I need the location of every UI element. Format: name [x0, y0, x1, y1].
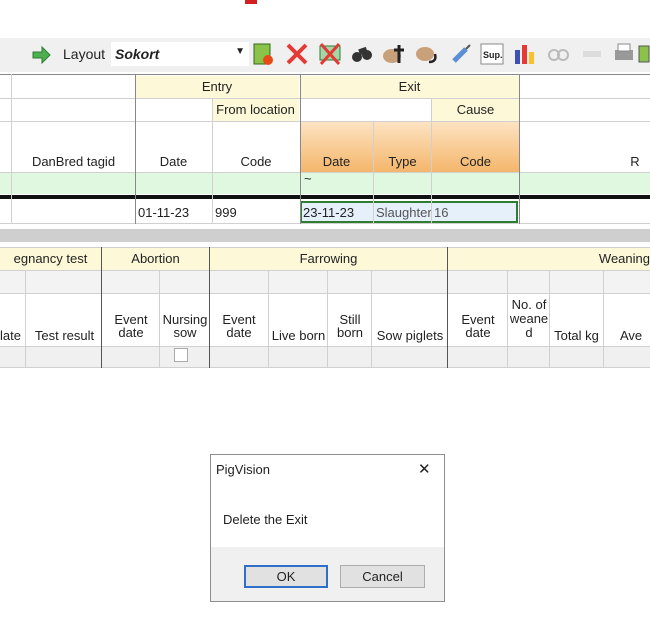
grid-line — [0, 247, 650, 248]
grid-line — [447, 247, 448, 368]
grid-line — [507, 270, 508, 368]
cycle-icon[interactable] — [546, 42, 570, 66]
grid-line — [0, 270, 650, 271]
column-header-exit-date[interactable]: Date — [300, 122, 373, 172]
grid-line — [373, 121, 374, 224]
grid-line — [0, 367, 650, 368]
cancel-button[interactable]: Cancel — [340, 565, 425, 588]
grid-line — [431, 98, 432, 224]
layout-select-value: Sokort — [115, 46, 160, 62]
dialog-message: Delete the Exit — [223, 512, 308, 527]
grid-line — [327, 270, 328, 368]
delete-icon[interactable] — [285, 42, 309, 66]
column-header-danbred-tagid[interactable]: DanBred tagid — [12, 154, 135, 169]
grid-line — [268, 270, 269, 368]
top-edge-mark — [245, 0, 257, 4]
column-header-exit-code[interactable]: Code — [432, 122, 519, 172]
column-header-still-born[interactable]: Still born — [328, 313, 372, 339]
grid-line — [0, 223, 650, 224]
entry-group-header: Entry — [135, 76, 299, 98]
farrowing-group-header: Farrowing — [210, 248, 447, 270]
grid-line — [212, 98, 213, 224]
grid-line — [0, 121, 650, 122]
grid-line — [603, 270, 604, 368]
nursing-sow-checkbox[interactable] — [174, 348, 188, 362]
grid-line — [135, 74, 136, 224]
from-location-header: From location — [212, 99, 299, 121]
filter-exit-date[interactable]: ~ — [304, 171, 312, 186]
column-header-abortion-event-date[interactable]: Event date — [102, 313, 160, 339]
column-header-date-cut[interactable]: late — [0, 328, 21, 343]
dialog: PigVision ✕ Delete the Exit OK Cancel — [210, 454, 445, 602]
splitter[interactable] — [0, 229, 650, 242]
grid-line — [0, 74, 650, 75]
grid-line — [101, 247, 102, 368]
syringe-icon[interactable] — [449, 42, 473, 66]
cause-header: Cause — [432, 99, 519, 121]
grid-line — [0, 172, 650, 173]
cell-entry-code[interactable]: 999 — [215, 205, 237, 220]
column-header-no-weaned[interactable]: No. of weane d — [508, 298, 550, 340]
sup-icon-label: Sup. — [483, 50, 503, 60]
cell-entry-date[interactable]: 01-11-23 — [138, 205, 189, 220]
bar-chart-icon[interactable] — [513, 42, 537, 66]
export-icon[interactable] — [638, 42, 650, 66]
row-separator — [0, 195, 650, 199]
cell-exit-date[interactable]: 23-11-23 — [303, 205, 354, 220]
cell-exit-type[interactable]: Slaughter — [376, 205, 432, 220]
column-header-sow-piglets[interactable]: Sow piglets — [372, 328, 448, 343]
grid-line — [519, 74, 520, 224]
remove-filter-icon[interactable] — [318, 42, 342, 66]
cell-exit-code[interactable]: 16 — [434, 205, 448, 220]
grid-line — [25, 270, 26, 368]
grid-line — [0, 98, 650, 99]
report-icon[interactable] — [251, 42, 275, 66]
bottom-subheader-row — [0, 271, 650, 293]
column-header-right-cut[interactable]: R — [620, 154, 650, 169]
abortion-group-header: Abortion — [102, 248, 209, 270]
column-header-weaning-event-date[interactable]: Event date — [448, 313, 508, 339]
pregnancy-group-header: egnancy test — [0, 248, 101, 270]
chevron-down-icon: ▼ — [235, 46, 245, 57]
weaning-group-header: Weaning — [448, 248, 650, 270]
column-header-total-kg[interactable]: Total kg — [550, 328, 603, 343]
grid-line — [11, 74, 12, 224]
layout-label: Layout — [63, 46, 106, 62]
printer-icon[interactable] — [612, 42, 636, 66]
layout-select[interactable]: Sokort ▼ — [111, 42, 249, 66]
grid-line — [159, 270, 160, 368]
binoculars-icon[interactable] — [350, 42, 374, 66]
grid-line — [549, 270, 550, 368]
grid-line — [0, 346, 650, 347]
grid-line — [209, 247, 210, 368]
flat-icon[interactable] — [580, 42, 604, 66]
grid-line — [300, 74, 301, 224]
column-header-farrowing-event-date[interactable]: Event date — [210, 313, 268, 339]
exit-group-header: Exit — [300, 76, 519, 98]
column-header-nursing-sow[interactable]: Nursing sow — [160, 313, 210, 339]
grid-line — [371, 270, 372, 368]
column-header-live-born[interactable]: Live born — [269, 328, 328, 343]
pig-arrow-icon[interactable] — [415, 42, 439, 66]
pig-cross-icon[interactable] — [382, 42, 406, 66]
filter-row[interactable] — [0, 172, 650, 194]
column-header-test-result[interactable]: Test result — [27, 328, 102, 343]
sup-icon[interactable]: Sup. — [480, 42, 504, 66]
dialog-title: PigVision — [216, 462, 270, 477]
bottom-filter-row[interactable] — [0, 347, 650, 367]
close-icon[interactable]: ✕ — [418, 460, 431, 478]
ok-button[interactable]: OK — [244, 565, 328, 588]
column-header-entry-date[interactable]: Date — [135, 154, 212, 169]
column-header-entry-code[interactable]: Code — [212, 154, 300, 169]
grid-line — [0, 293, 650, 294]
arrow-right-icon[interactable] — [31, 46, 51, 64]
column-header-exit-type[interactable]: Type — [374, 122, 431, 172]
column-header-ave[interactable]: Ave — [620, 328, 650, 343]
